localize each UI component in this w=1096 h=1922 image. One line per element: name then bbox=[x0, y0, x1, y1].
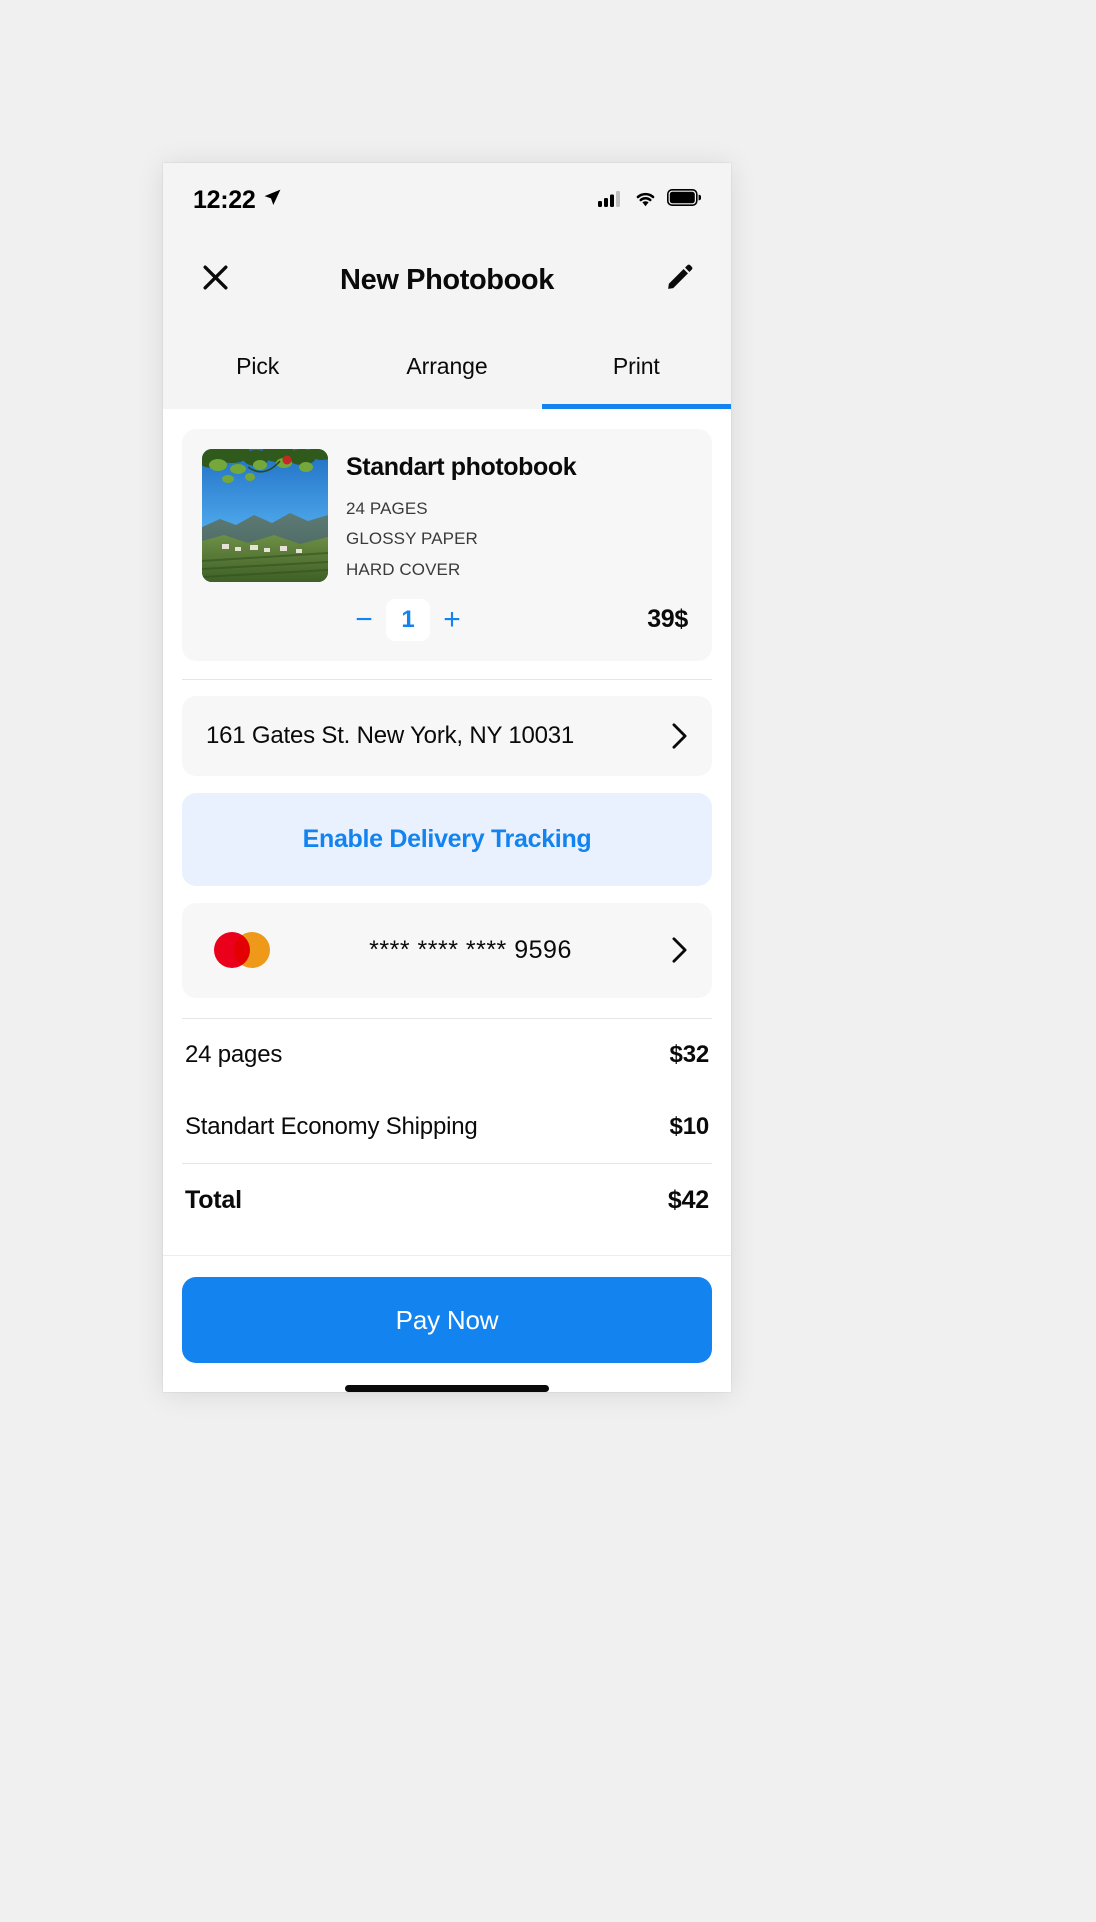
product-title: Standart photobook bbox=[346, 453, 577, 481]
summary-row-shipping-value: $10 bbox=[669, 1112, 710, 1140]
product-card: Standart photobook 24 PAGES GLOSSY PAPER… bbox=[182, 429, 712, 661]
quantity-stepper: − 1 + 39$ bbox=[346, 598, 692, 641]
tab-pick[interactable]: Pick bbox=[163, 323, 352, 409]
product-spec-pages: 24 PAGES bbox=[346, 499, 428, 518]
screen-root: 12:22 New Photobook Pick Arrange Print S… bbox=[0, 0, 1096, 1922]
summary-row-pages-label: 24 pages bbox=[185, 1040, 283, 1068]
tab-arrange-indicator bbox=[352, 404, 541, 409]
page-title: New Photobook bbox=[340, 263, 554, 296]
summary-total-value: $42 bbox=[667, 1185, 709, 1214]
shipping-address-text: 161 Gates St. New York, NY 10031 bbox=[206, 721, 575, 749]
summary-row-pages: 24 pages $32 bbox=[182, 1019, 712, 1091]
shipping-address-row[interactable]: 161 Gates St. New York, NY 10031 bbox=[182, 695, 712, 776]
summary-total-label: Total bbox=[185, 1185, 242, 1214]
product-price: 39$ bbox=[647, 605, 688, 634]
tab-print-indicator bbox=[541, 404, 731, 409]
cellular-signal-icon bbox=[598, 189, 624, 212]
enable-delivery-tracking-button[interactable]: Enable Delivery Tracking bbox=[182, 792, 712, 886]
close-button[interactable] bbox=[193, 258, 237, 302]
battery-full-icon bbox=[667, 189, 702, 211]
tab-pick-indicator bbox=[163, 404, 352, 409]
chevron-right-icon bbox=[671, 722, 688, 750]
card-masked-number: **** **** **** 9596 bbox=[369, 935, 572, 964]
quantity-increment-button[interactable]: + bbox=[434, 602, 470, 638]
summary-row-total: Total $42 bbox=[182, 1164, 712, 1237]
footer-bar: Pay Now bbox=[163, 1255, 731, 1392]
order-summary: 24 pages $32 Standart Economy Shipping $… bbox=[182, 1017, 712, 1237]
quantity-decrement-button[interactable]: − bbox=[346, 602, 382, 638]
status-bar-left: 12:22 bbox=[193, 186, 282, 215]
product-spec-cover: HARD COVER bbox=[346, 559, 461, 579]
mastercard-logo bbox=[214, 932, 270, 969]
summary-row-shipping: Standart Economy Shipping $10 bbox=[182, 1091, 712, 1163]
content-area: Standart photobook 24 PAGES GLOSSY PAPER… bbox=[163, 409, 731, 1255]
close-x-icon bbox=[200, 262, 231, 298]
pay-now-button[interactable]: Pay Now bbox=[182, 1277, 712, 1363]
tab-print[interactable]: Print bbox=[541, 323, 731, 409]
chevron-right-icon bbox=[671, 936, 688, 964]
summary-row-shipping-label: Standart Economy Shipping bbox=[185, 1112, 478, 1140]
tab-print-label: Print bbox=[612, 352, 660, 379]
status-bar-right bbox=[598, 189, 702, 212]
wifi-icon bbox=[633, 189, 658, 212]
payment-method-row[interactable]: **** **** **** 9596 bbox=[182, 902, 712, 998]
product-thumbnail bbox=[202, 449, 328, 582]
status-time: 12:22 bbox=[193, 185, 256, 214]
status-bar: 12:22 bbox=[163, 163, 731, 237]
nav-bar: New Photobook bbox=[163, 237, 731, 323]
tab-pick-label: Pick bbox=[236, 352, 280, 379]
tab-arrange[interactable]: Arrange bbox=[352, 323, 541, 409]
quantity-value[interactable]: 1 bbox=[386, 598, 430, 641]
pencil-edit-icon bbox=[665, 263, 694, 297]
phone-frame: 12:22 New Photobook Pick Arrange Print S… bbox=[163, 163, 731, 1392]
tab-bar: Pick Arrange Print bbox=[163, 323, 731, 409]
home-indicator bbox=[345, 1385, 549, 1392]
summary-row-pages-value: $32 bbox=[669, 1040, 710, 1068]
edit-button[interactable] bbox=[657, 258, 701, 302]
location-arrow-icon bbox=[263, 188, 282, 212]
product-info: Standart photobook 24 PAGES GLOSSY PAPER… bbox=[346, 449, 692, 641]
product-spec-paper: GLOSSY PAPER bbox=[346, 529, 478, 549]
tab-arrange-label: Arrange bbox=[406, 352, 488, 379]
divider-after-product bbox=[182, 678, 712, 680]
mastercard-orange-circle bbox=[234, 932, 270, 969]
